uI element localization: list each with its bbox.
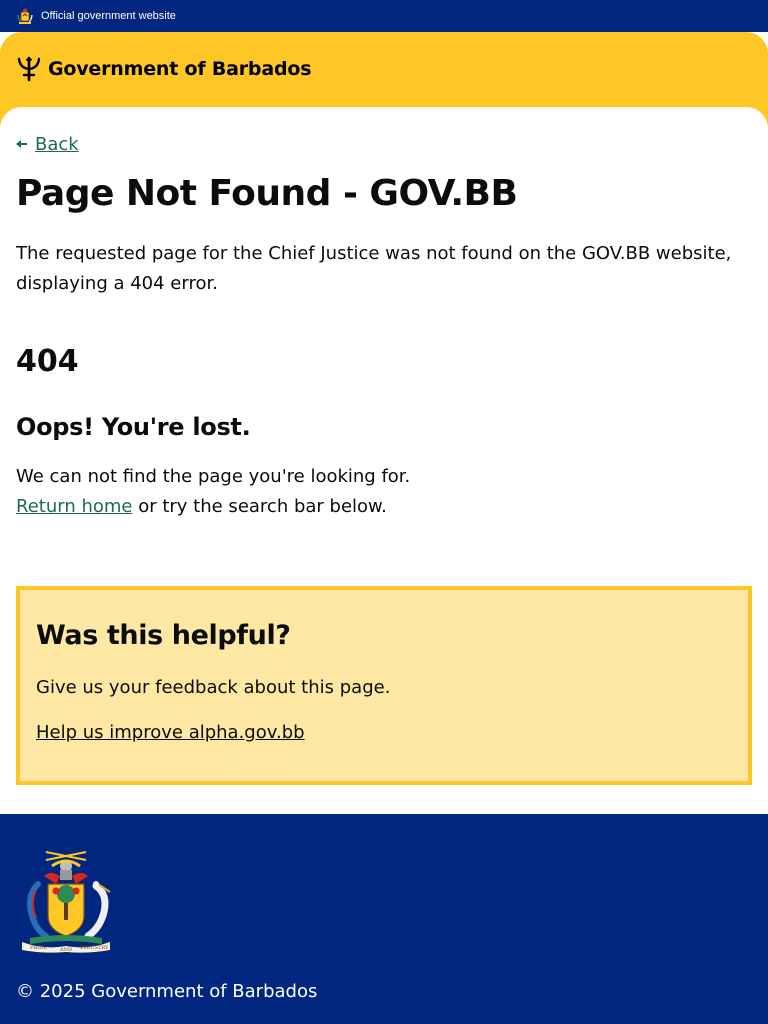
feedback-link[interactable]: Help us improve alpha.gov.bb	[36, 722, 305, 743]
svg-text:PRIDE: PRIDE	[30, 945, 47, 951]
coat-of-arms-icon	[16, 7, 34, 25]
trident-icon	[16, 56, 42, 82]
feedback-text: Give us your feedback about this page.	[36, 677, 391, 698]
official-banner-text: Official government website	[41, 10, 176, 22]
svg-text:INDUSTRY: INDUSTRY	[80, 945, 109, 951]
coat-of-arms-icon: PRIDE AND INDUSTRY	[16, 846, 116, 954]
back-link[interactable]: Back	[16, 134, 79, 155]
brand-title: Government of Barbados	[48, 58, 312, 80]
footer-copyright: © 2025 Government of Barbados	[16, 981, 318, 1002]
feedback-heading: Was this helpful?	[36, 620, 291, 651]
home-brand-link[interactable]: Government of Barbados	[16, 56, 312, 82]
back-link-label: Back	[35, 134, 79, 155]
lost-message: We can not find the page you're looking …	[16, 462, 752, 522]
return-home-link[interactable]: Return home	[16, 496, 132, 517]
arrow-left-icon	[16, 138, 27, 152]
error-code: 404	[16, 344, 79, 379]
lost-heading: Oops! You're lost.	[16, 413, 251, 441]
lost-line-2: or try the search bar below.	[132, 496, 387, 517]
svg-text:AND: AND	[59, 947, 72, 953]
lost-line-1: We can not find the page you're looking …	[16, 466, 411, 487]
official-banner: Official government website	[0, 0, 768, 32]
page-intro: The requested page for the Chief Justice…	[16, 243, 732, 294]
page-title: Page Not Found - GOV.BB	[16, 173, 518, 214]
feedback-panel: Was this helpful? Give us your feedback …	[16, 586, 752, 785]
site-footer: PRIDE AND INDUSTRY © 2025 Government of …	[0, 814, 768, 1024]
main-content: Back Page Not Found - GOV.BB The request…	[0, 107, 768, 814]
